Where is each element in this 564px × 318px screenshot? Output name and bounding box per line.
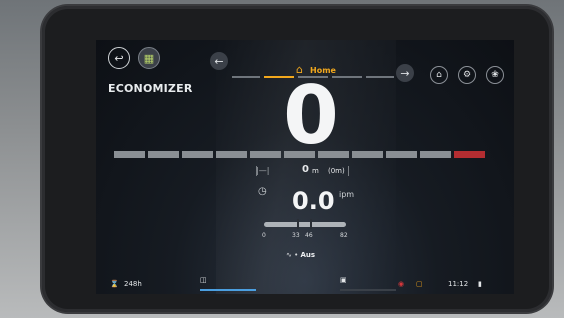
scale-label-mark1: 33 (292, 232, 300, 239)
fan-button[interactable]: ❀ (486, 66, 504, 84)
rate-scale-track (264, 222, 346, 227)
distance-unit: m (312, 167, 319, 175)
vehicle-button[interactable]: ▦ (138, 47, 160, 69)
distance-icon: |—| (256, 166, 270, 175)
tab-indicator-5[interactable] (366, 76, 394, 78)
hourglass-icon: ⌛ (110, 280, 119, 288)
distance-secondary: (0m) (328, 167, 345, 175)
back-button[interactable]: ↩ (108, 47, 130, 69)
mode-status-label: Aus (300, 251, 316, 259)
mode-status: ∿ • Aus (286, 251, 315, 259)
scale-label-min: 0 (262, 232, 266, 239)
distance-readout: |—| 0 m (0m) (256, 164, 396, 178)
fan-icon: ❀ (491, 70, 499, 80)
previous-page-button[interactable]: ← (210, 52, 228, 70)
dot-icon: • (294, 251, 299, 259)
fuel-level-fill (200, 289, 256, 291)
segment (182, 151, 213, 158)
segment (216, 151, 247, 158)
signal-icon: ▮ (478, 280, 482, 288)
main-value: 0 (283, 69, 339, 162)
fuel-icon: ◫ (200, 276, 207, 284)
engine-icon: ⚙ (462, 70, 472, 80)
rate-value: 0.0 (292, 187, 335, 215)
operating-hours: 248h (124, 280, 142, 288)
scale-marker-1 (297, 219, 299, 229)
segment (352, 151, 383, 158)
back-icon: ↩ (114, 51, 124, 65)
segment (386, 151, 417, 158)
mode-label: ECONOMIZER (108, 82, 193, 95)
chevron-right-icon: → (400, 66, 410, 80)
battery-warning-icon: ▢ (416, 280, 423, 288)
segment (148, 151, 179, 158)
segment-red (454, 151, 485, 158)
scale-marker-2 (310, 219, 312, 229)
segment (284, 151, 315, 158)
clock-time: 11:12 (448, 280, 469, 288)
home-shortcut-button[interactable]: ⌂ (430, 66, 448, 84)
scale-label-mark2: 46 (305, 232, 313, 239)
chevron-left-icon: ← (214, 54, 224, 68)
screen: ↩ ▦ ← ⌂ Home → ⌂ ⚙ ❀ ECONOMIZER 0 |—| 0 … (96, 40, 514, 294)
status-bar: ⌛ 248h ◫ ▣ ◉ ▢ 11:12 ▮ (96, 276, 514, 294)
segment (420, 151, 451, 158)
def-level-track (340, 289, 396, 291)
engine-button[interactable]: ⚙ (458, 66, 476, 84)
scale-label-max: 82 (340, 232, 348, 239)
def-icon: ▣ (340, 276, 347, 284)
home-icon: ⌂ (436, 70, 442, 80)
vehicle-icon: ▦ (143, 51, 155, 65)
oil-warning-icon: ◉ (398, 280, 405, 288)
segment (250, 151, 281, 158)
gauge-icon: ◷ (258, 186, 267, 197)
next-page-button[interactable]: → (396, 64, 414, 82)
distance-value: 0 (302, 164, 309, 175)
segment (318, 151, 349, 158)
segment (114, 151, 145, 158)
rate-unit: ipm (339, 190, 355, 199)
wave-icon: ∿ (286, 251, 292, 259)
segment-bar (114, 151, 485, 158)
